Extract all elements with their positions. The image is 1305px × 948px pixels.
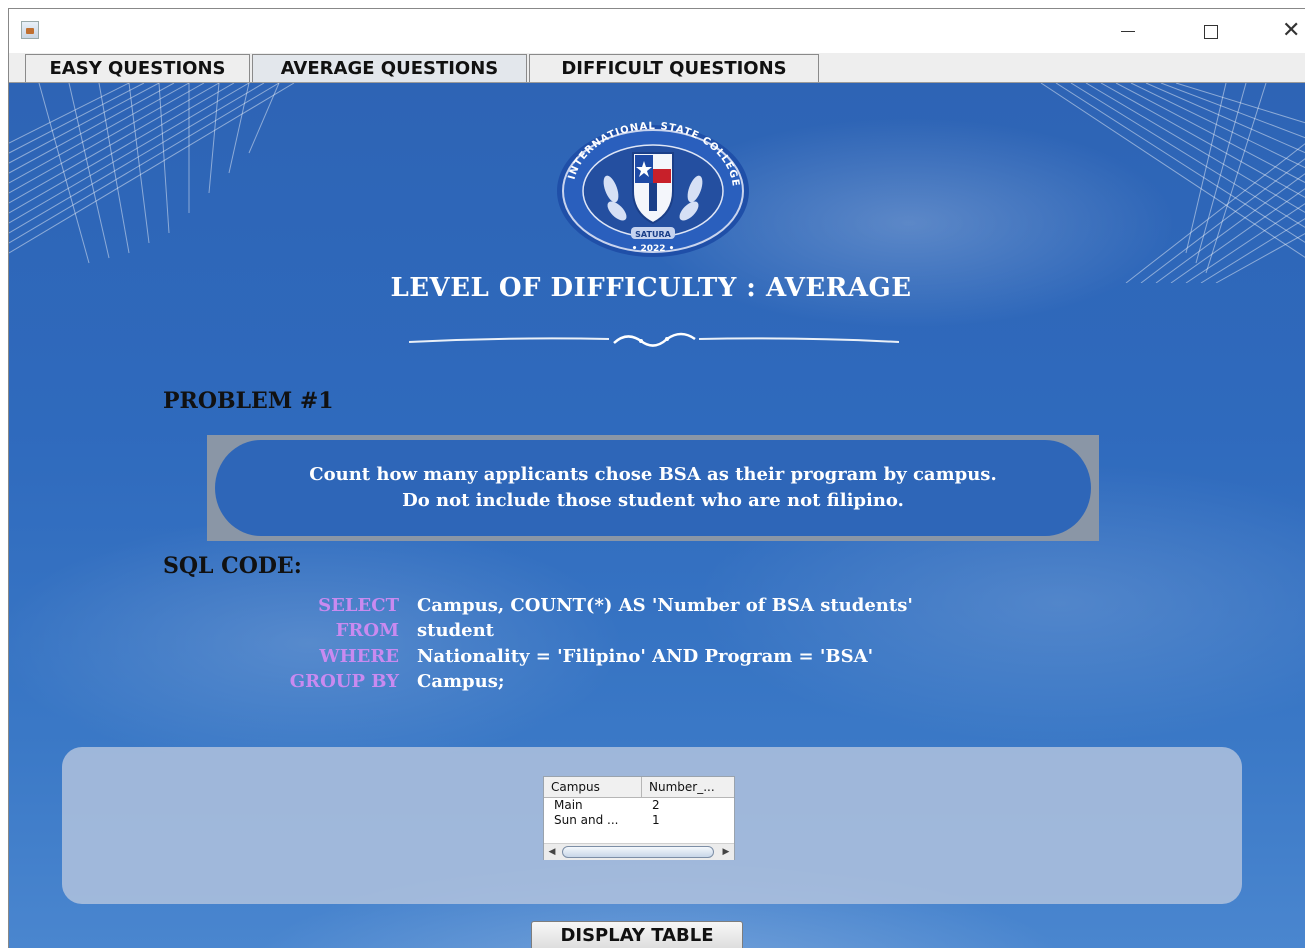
scrollbar-thumb[interactable] [562,846,714,858]
tab-easy-questions[interactable]: EASY QUESTIONS [25,54,250,82]
level-title: LEVEL OF DIFFICULTY : AVERAGE [390,273,912,303]
app-window: ✕ EASY QUESTIONS AVERAGE QUESTIONS DIFFI… [8,8,1305,948]
question-panel: INTERNATIONAL STATE COLLEGE OF THE PHILI… [9,83,1305,948]
seal-motto: SATURA [635,230,671,239]
sql-keyword: GROUP BY [289,671,399,692]
display-table-button[interactable]: DISPLAY TABLE [531,921,743,948]
decorative-lines-left [9,83,295,264]
table-cell: Sun and ... [554,813,619,827]
sql-clause: Nationality = 'Filipino' AND Program = '… [417,646,874,667]
sql-keyword: FROM [335,620,399,641]
maximize-icon [1204,25,1218,39]
problem-heading: PROBLEM #1 [163,388,334,414]
minimize-icon [1121,31,1135,32]
title-bar: ✕ [9,9,1305,53]
college-seal-logo: INTERNATIONAL STATE COLLEGE OF THE PHILI… [555,119,749,257]
table-row[interactable]: Main 2 [544,798,734,813]
decorative-lines-right [1040,83,1305,283]
seal-year: • 2022 • [632,244,675,254]
close-icon: ✕ [1282,18,1301,43]
sql-clause: student [417,620,494,641]
result-table[interactable]: Campus Number_... Main 2 Sun and ... 1 ◀… [543,776,735,860]
sql-clause: Campus; [417,671,505,692]
tab-bar: EASY QUESTIONS AVERAGE QUESTIONS DIFFICU… [9,53,1305,83]
scroll-left-arrow-icon[interactable]: ◀ [545,845,559,859]
column-header-campus[interactable]: Campus [544,777,642,797]
minimize-button[interactable] [1113,17,1143,45]
problem-line-1: Count how many applicants chose BSA as t… [309,464,997,485]
horizontal-scrollbar[interactable]: ◀ ▶ [544,843,734,860]
scroll-right-arrow-icon[interactable]: ▶ [719,845,733,859]
sql-keyword: WHERE [319,646,399,667]
java-cup-icon [21,21,39,39]
problem-statement-inner: Count how many applicants chose BSA as t… [215,440,1091,536]
sql-clause: Campus, COUNT(*) AS 'Number of BSA stude… [417,595,913,616]
close-button[interactable]: ✕ [1276,17,1305,45]
column-header-number[interactable]: Number_... [642,777,734,797]
tab-difficult-questions[interactable]: DIFFICULT QUESTIONS [529,54,819,82]
sql-code-heading: SQL CODE: [163,553,302,579]
sql-keyword: SELECT [318,595,399,616]
table-header: Campus Number_... [544,777,734,798]
problem-statement-box: Count how many applicants chose BSA as t… [207,435,1099,541]
flourish-divider [409,332,899,347]
table-cell: 1 [652,813,660,827]
tab-average-questions[interactable]: AVERAGE QUESTIONS [252,54,527,82]
problem-line-2: Do not include those student who are not… [402,490,904,511]
table-row[interactable]: Sun and ... 1 [544,813,734,828]
maximize-button[interactable] [1196,17,1226,45]
table-cell: Main [554,798,583,812]
table-cell: 2 [652,798,660,812]
